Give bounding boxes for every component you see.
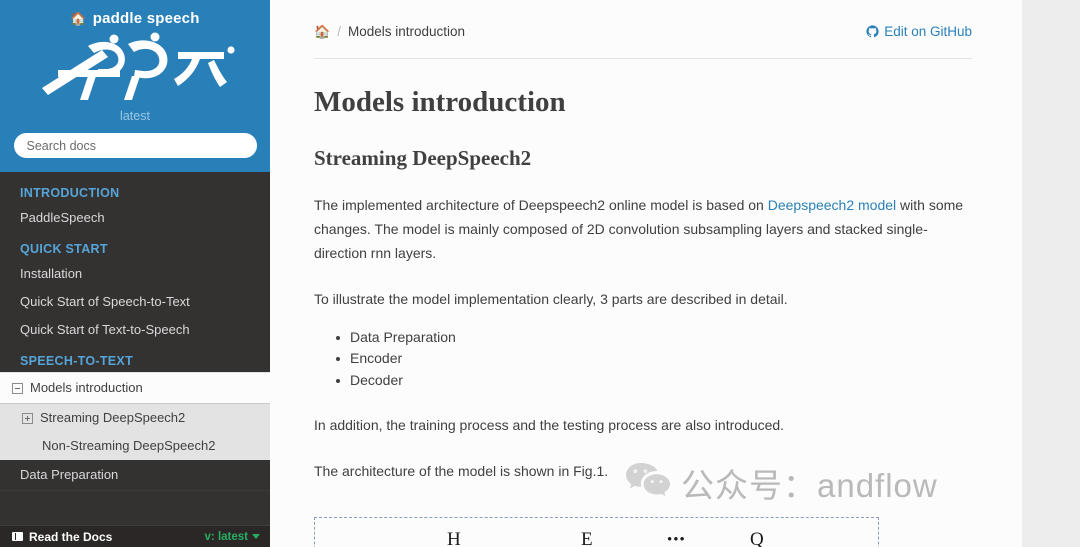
version-selector[interactable]: v: latest [205, 531, 260, 543]
sidebar-item-label: Non-Streaming DeepSpeech2 [42, 438, 216, 453]
brand-home-link[interactable]: 🏠 paddle speech [70, 10, 199, 27]
home-icon: 🏠 [70, 11, 87, 26]
sidebar-item-label: Streaming DeepSpeech2 [40, 410, 186, 425]
sidebar-item-label: Models introduction [30, 380, 143, 395]
minus-square-icon[interactable] [12, 382, 23, 394]
figure-cell-e: E [581, 529, 593, 547]
input-sequence-box: H E ••• Q [314, 517, 879, 547]
figure-cell-q: Q [750, 529, 764, 547]
chevron-down-icon [252, 534, 260, 539]
sidebar-item-installation[interactable]: Installation [0, 260, 270, 288]
breadcrumb: 🏠 / Models introduction [314, 24, 465, 39]
nav-caption-speech-to-text: SPEECH-TO-TEXT [20, 354, 134, 368]
breadcrumb-row: 🏠 / Models introduction Edit on GitHub [314, 0, 972, 39]
document-container: 🏠 / Models introduction Edit on GitHub M… [270, 0, 1022, 547]
breadcrumb-current: Models introduction [347, 24, 466, 39]
breadcrumb-separator: / [337, 24, 341, 39]
paragraph-text-before-link: The implemented architecture of Deepspee… [314, 196, 768, 213]
read-the-docs-label: Read the Docs [29, 529, 113, 544]
sidebar-footer: Read the Docs v: latest [0, 525, 270, 547]
sidebar-item-data-preparation[interactable]: Data Preparation [0, 460, 270, 491]
plus-square-icon[interactable] [22, 412, 33, 424]
list-item: Encoder [336, 348, 972, 370]
github-icon [866, 25, 879, 38]
header-divider [314, 58, 972, 59]
sidebar-item-models-introduction[interactable]: Models introduction [0, 372, 270, 404]
read-the-docs-brand[interactable]: Read the Docs [12, 530, 112, 544]
nav-caption-quick-start: QUICK START [20, 242, 108, 256]
edit-on-github-label: Edit on GitHub [884, 24, 972, 39]
figure-cell-h: H [447, 529, 461, 547]
figure-cell-ellipsis: ••• [667, 532, 686, 547]
paragraph-architecture: The implemented architecture of Deepspee… [314, 193, 972, 265]
paddlepaddle-logo [0, 29, 270, 107]
architecture-figure: H E ••• Q [314, 507, 972, 547]
sidebar-item-streaming-deepspeech2[interactable]: Streaming DeepSpeech2 [0, 404, 270, 432]
list-item: Data Preparation [336, 327, 972, 349]
sidebar-item-quick-start-text-to-speech[interactable]: Quick Start of Text-to-Speech [0, 316, 270, 344]
sidebar-version-label: latest [120, 109, 150, 123]
paragraph-three-parts: To illustrate the model implementation c… [314, 290, 788, 307]
search-input[interactable] [13, 133, 257, 158]
sidebar: 🏠 paddle speech latest Search docs INTRO… [0, 0, 270, 547]
book-icon [12, 532, 23, 541]
section-title-streaming-deepspeech2: Streaming DeepSpeech2 [314, 145, 532, 170]
sidebar-item-paddlespeech[interactable]: PaddleSpeech [0, 204, 270, 232]
sidebar-nav: INTRODUCTION PaddleSpeech QUICK START In… [0, 172, 270, 525]
list-item: Decoder [336, 370, 972, 392]
main-content: 🏠 / Models introduction Edit on GitHub M… [270, 0, 1080, 547]
edit-on-github-link[interactable]: Edit on GitHub [866, 24, 972, 39]
parts-list: Data Preparation Encoder Decoder [314, 327, 972, 392]
nav-caption-introduction: INTRODUCTION [20, 186, 120, 200]
documentation-page: 🏠 paddle speech latest Search docs INTRO… [0, 0, 1080, 547]
brand-title: paddle speech [92, 10, 200, 27]
paragraph-figure-reference: The architecture of the model is shown i… [314, 463, 609, 480]
sidebar-item-non-streaming-deepspeech2[interactable]: Non-Streaming DeepSpeech2 [0, 432, 270, 460]
sidebar-header: 🏠 paddle speech latest Search docs [0, 0, 270, 172]
deepspeech2-model-link[interactable]: Deepspeech2 model [768, 197, 896, 213]
sidebar-item-quick-start-speech-to-text[interactable]: Quick Start of Speech-to-Text [0, 288, 270, 316]
paragraph-training-testing: In addition, the training process and th… [314, 417, 785, 434]
home-icon[interactable]: 🏠 [314, 25, 330, 38]
page-title: Models introduction [314, 86, 566, 118]
version-selector-label: v: latest [204, 530, 248, 543]
